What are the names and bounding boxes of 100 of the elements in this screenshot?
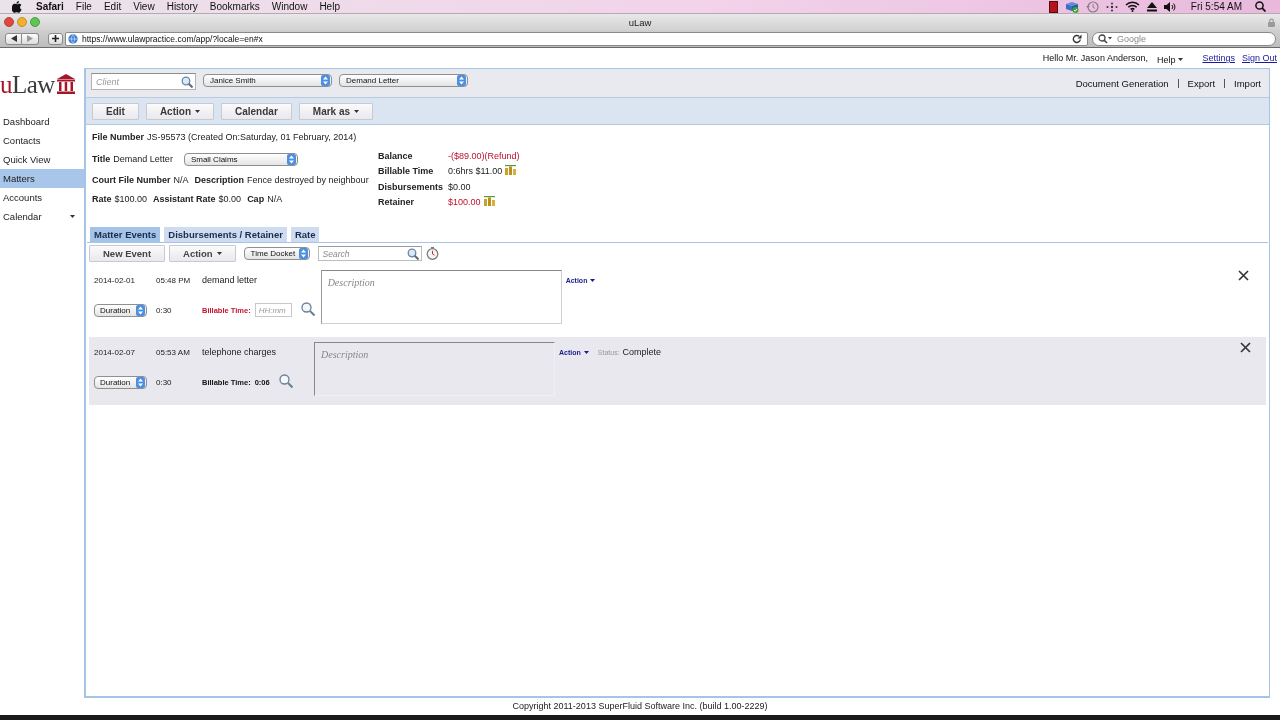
caret-icon <box>583 351 589 354</box>
menu-item[interactable]: View <box>133 1 155 12</box>
help-menu[interactable]: Help <box>1156 54 1184 65</box>
dropdown-select[interactable]: Time Docket <box>243 247 310 260</box>
menu-item[interactable]: Help <box>319 1 340 12</box>
plus-icon <box>52 35 59 42</box>
duration-select[interactable]: Duration <box>94 303 147 317</box>
sidebar-item[interactable]: Matters <box>0 169 84 188</box>
menu-item[interactable]: File <box>75 1 92 12</box>
globe-icon <box>68 33 78 44</box>
caret-icon <box>216 252 222 255</box>
field-label: Retainer <box>378 197 415 208</box>
pillar-icon <box>56 74 75 94</box>
dropdown-button[interactable]: Mark as <box>298 103 374 120</box>
address-field[interactable]: https://www.ulawpractice.com/app/?locale=en#x <box>65 31 1088 46</box>
apple-icon[interactable] <box>12 0 22 13</box>
time-input-field[interactable]: HH:mm <box>254 303 292 317</box>
close-icon[interactable] <box>1238 270 1249 281</box>
menu-item[interactable]: Edit <box>103 1 122 12</box>
box-icon[interactable] <box>1064 0 1079 13</box>
menu-item[interactable]: Bookmarks <box>209 1 260 12</box>
description-field[interactable]: Description <box>320 270 562 324</box>
app-menu[interactable]: Safari <box>36 1 64 12</box>
field-value: -($89.00)(Refund) <box>448 150 520 161</box>
select-arrows-icon <box>298 248 308 259</box>
field-value: Demand Letter <box>113 154 173 164</box>
logo-text: uLaw <box>0 71 55 97</box>
menu-clock[interactable]: Fri 5:54 AM <box>1190 1 1242 12</box>
caret-icon <box>354 110 360 113</box>
toolbar-button[interactable]: Edit <box>92 103 139 120</box>
sidebar-item[interactable]: Contacts <box>0 131 84 150</box>
duration-value: 0:30 <box>156 377 173 387</box>
description-field[interactable]: Description <box>314 342 555 396</box>
menu-item[interactable]: Window <box>271 1 308 12</box>
toolbar-link[interactable]: Document Generation <box>1075 78 1169 89</box>
square-icon[interactable] <box>1048 0 1058 13</box>
history-clock-icon[interactable] <box>1085 0 1099 13</box>
footer-text: Copyright 2011-2013 SuperFluid Software Inc. (build 1.00-2229) <box>511 700 769 713</box>
field-label: Cap <box>247 193 265 204</box>
field-value: $100.00 <box>114 193 148 204</box>
field-value: $100.00 <box>448 197 481 208</box>
field-value: Fence destroyed by neighbour <box>247 174 369 185</box>
reload-icon[interactable] <box>1072 33 1082 44</box>
toolbar-link[interactable]: Export <box>1187 78 1216 89</box>
speaker-icon[interactable] <box>1163 1 1176 12</box>
field-value: $0.00 <box>448 181 471 192</box>
back-button[interactable] <box>5 32 22 45</box>
dropdown-button[interactable]: Action <box>169 245 236 262</box>
field-label: File Number <box>92 132 144 142</box>
add-button[interactable] <box>48 32 63 45</box>
client-search-field[interactable]: Client <box>91 73 196 90</box>
toolbar-link[interactable]: Import <box>1234 78 1261 89</box>
sidebar-item[interactable]: Calendar <box>0 207 84 226</box>
field-label: Rate <box>92 193 112 204</box>
tab[interactable]: Disbursements / Retainer <box>164 227 287 242</box>
window-title: uLaw <box>628 16 652 28</box>
search-icon[interactable] <box>1255 1 1266 12</box>
dots-icon[interactable] <box>1105 1 1118 12</box>
field-value: N/A <box>173 174 189 185</box>
timer-icon[interactable] <box>425 247 439 260</box>
eject-icon[interactable] <box>1146 1 1157 12</box>
header-link[interactable]: Settings <box>1202 53 1235 63</box>
header-link[interactable]: Sign Out <box>1241 53 1277 63</box>
field-value: 0:6hrs $11.00 <box>448 166 503 177</box>
close-icon[interactable] <box>1240 342 1251 353</box>
event-time: 05:48 PM <box>156 275 192 285</box>
wifi-icon[interactable] <box>1124 1 1140 12</box>
caret-icon <box>1178 58 1184 61</box>
back-icon <box>10 35 17 42</box>
sidebar-item[interactable]: Quick View <box>0 150 84 169</box>
dropdown-button[interactable]: Action <box>145 103 214 120</box>
field-label: Assistant Rate <box>153 193 216 204</box>
bar-chart-icon[interactable] <box>483 195 495 206</box>
toolbar-button[interactable]: Calendar <box>221 103 292 120</box>
forward-icon <box>27 35 33 42</box>
caret-icon <box>70 215 75 218</box>
sidebar-item[interactable]: Accounts <box>0 188 84 207</box>
event-date: 2014-02-07 <box>94 347 136 357</box>
select-arrows-icon <box>136 304 145 316</box>
menu-item[interactable]: History <box>166 1 198 12</box>
sidebar-item[interactable]: Dashboard <box>0 112 84 131</box>
search-field[interactable]: Google <box>1092 31 1276 46</box>
dropdown-select[interactable]: Janice Smith <box>203 74 332 87</box>
search-field[interactable]: Search <box>317 246 422 261</box>
category-select[interactable]: Small Claims <box>183 152 298 166</box>
select-arrows-icon <box>457 75 466 86</box>
field-value: JS-95573 (Created On:Saturday, 01 February, 2014) <box>147 132 357 142</box>
search-icon <box>406 247 419 260</box>
field-label: Description <box>194 174 245 185</box>
toolbar-button[interactable]: New Event <box>89 245 166 262</box>
caret-icon <box>590 279 596 282</box>
search-icon <box>1098 33 1112 44</box>
bar-chart-icon[interactable] <box>505 164 517 175</box>
event-time: 05:53 AM <box>156 347 191 357</box>
tab[interactable]: Matter Events <box>90 227 161 242</box>
select-arrows-icon <box>286 153 296 165</box>
zoom-icon[interactable] <box>30 17 40 27</box>
tab[interactable]: Rate <box>290 227 320 242</box>
dropdown-select[interactable]: Demand Letter <box>339 74 468 87</box>
duration-select[interactable]: Duration <box>94 375 147 389</box>
